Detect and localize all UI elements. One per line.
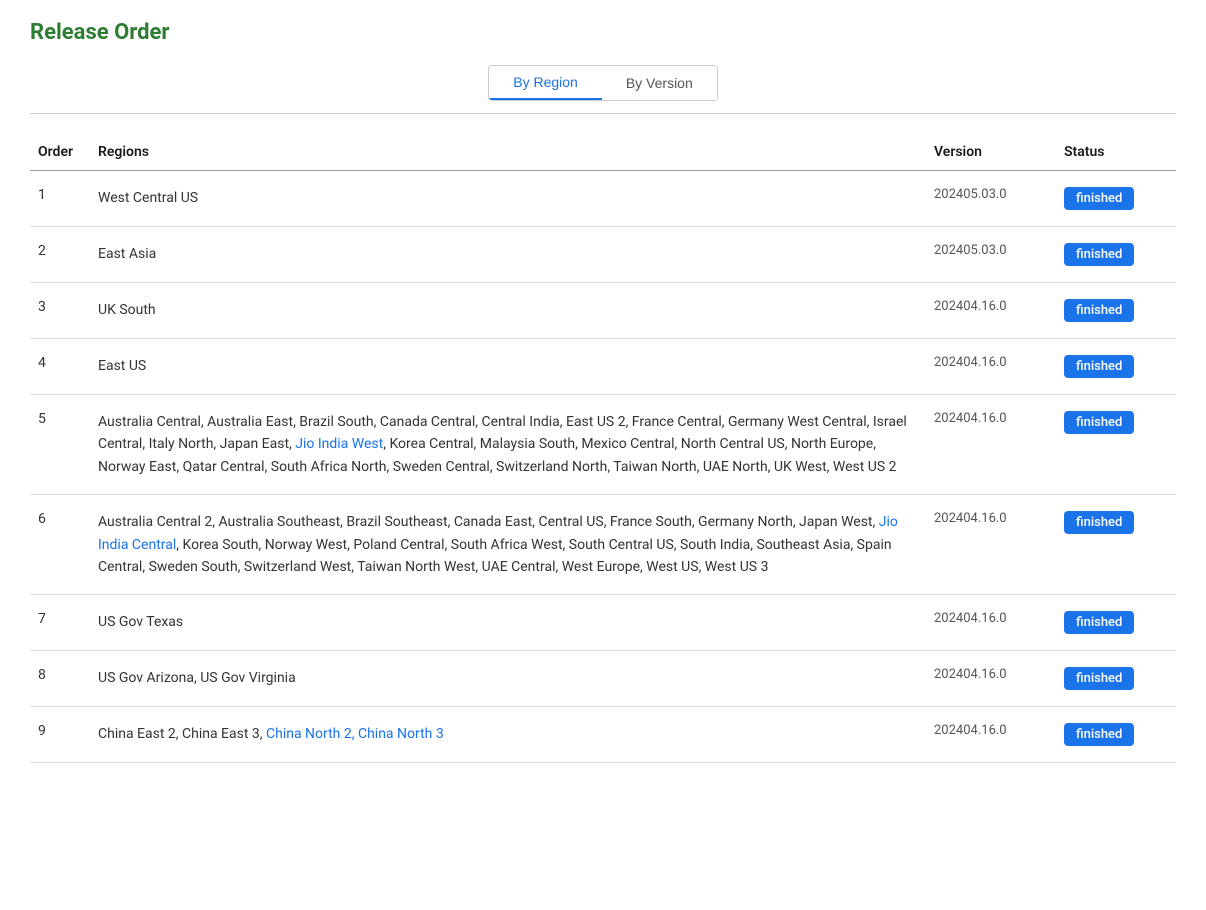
cell-status: finished xyxy=(1056,171,1176,227)
table-row: 3UK South202404.16.0 finished xyxy=(30,283,1176,339)
status-badge: finished xyxy=(1064,723,1134,746)
cell-order: 6 xyxy=(30,495,90,595)
status-badge: finished xyxy=(1064,187,1134,210)
cell-region: US Gov Arizona, US Gov Virginia xyxy=(90,651,926,707)
cell-region: Australia Central 2, Australia Southeast… xyxy=(90,495,926,595)
header-regions: Regions xyxy=(90,134,926,171)
cell-version: 202404.16.0 xyxy=(926,707,1056,763)
cell-status: finished xyxy=(1056,395,1176,495)
cell-order: 9 xyxy=(30,707,90,763)
tabs-container: By Region By Version xyxy=(30,65,1176,101)
table-row: 7US Gov Texas202404.16.0 finished xyxy=(30,595,1176,651)
cell-version: 202404.16.0 xyxy=(926,283,1056,339)
cell-status: finished xyxy=(1056,283,1176,339)
table-row: 9China East 2, China East 3, China North… xyxy=(30,707,1176,763)
cell-region: East US xyxy=(90,339,926,395)
cell-order: 5 xyxy=(30,395,90,495)
cell-version: 202404.16.0 xyxy=(926,339,1056,395)
table-row: 4East US202404.16.0 finished xyxy=(30,339,1176,395)
page-title: Release Order xyxy=(30,20,1176,45)
cell-version: 202404.16.0 xyxy=(926,395,1056,495)
cell-order: 8 xyxy=(30,651,90,707)
cell-region: China East 2, China East 3, China North … xyxy=(90,707,926,763)
cell-status: finished xyxy=(1056,651,1176,707)
cell-version: 202404.16.0 xyxy=(926,495,1056,595)
cell-version: 202404.16.0 xyxy=(926,651,1056,707)
cell-region: US Gov Texas xyxy=(90,595,926,651)
status-badge: finished xyxy=(1064,411,1134,434)
tab-by-region[interactable]: By Region xyxy=(489,66,602,100)
table-body: 1West Central US202405.03.0finished2East… xyxy=(30,171,1176,763)
tabs: By Region By Version xyxy=(488,65,718,101)
table-row: 5Australia Central, Australia East, Braz… xyxy=(30,395,1176,495)
status-badge: finished xyxy=(1064,243,1134,266)
table-row: 2East Asia202405.03.0 finished xyxy=(30,227,1176,283)
cell-order: 4 xyxy=(30,339,90,395)
table-row: 6Australia Central 2, Australia Southeas… xyxy=(30,495,1176,595)
status-badge: finished xyxy=(1064,611,1134,634)
release-order-table: Order Regions Version Status 1West Centr… xyxy=(30,134,1176,763)
cell-region: UK South xyxy=(90,283,926,339)
table-header: Order Regions Version Status xyxy=(30,134,1176,171)
cell-status: finished xyxy=(1056,495,1176,595)
status-badge: finished xyxy=(1064,511,1134,534)
cell-version: 202405.03.0 xyxy=(926,171,1056,227)
status-badge: finished xyxy=(1064,355,1134,378)
cell-order: 3 xyxy=(30,283,90,339)
cell-order: 2 xyxy=(30,227,90,283)
tab-by-version[interactable]: By Version xyxy=(602,66,717,100)
table-row: 8US Gov Arizona, US Gov Virginia202404.1… xyxy=(30,651,1176,707)
header-version: Version xyxy=(926,134,1056,171)
cell-region: West Central US xyxy=(90,171,926,227)
cell-status: finished xyxy=(1056,339,1176,395)
cell-status: finished xyxy=(1056,595,1176,651)
cell-status: finished xyxy=(1056,707,1176,763)
header-status: Status xyxy=(1056,134,1176,171)
cell-region: Australia Central, Australia East, Brazi… xyxy=(90,395,926,495)
header-order: Order xyxy=(30,134,90,171)
cell-version: 202404.16.0 xyxy=(926,595,1056,651)
cell-order: 7 xyxy=(30,595,90,651)
status-badge: finished xyxy=(1064,299,1134,322)
cell-region: East Asia xyxy=(90,227,926,283)
status-badge: finished xyxy=(1064,667,1134,690)
divider xyxy=(30,113,1176,114)
cell-status: finished xyxy=(1056,227,1176,283)
table-row: 1West Central US202405.03.0 finished xyxy=(30,171,1176,227)
cell-order: 1 xyxy=(30,171,90,227)
cell-version: 202405.03.0 xyxy=(926,227,1056,283)
